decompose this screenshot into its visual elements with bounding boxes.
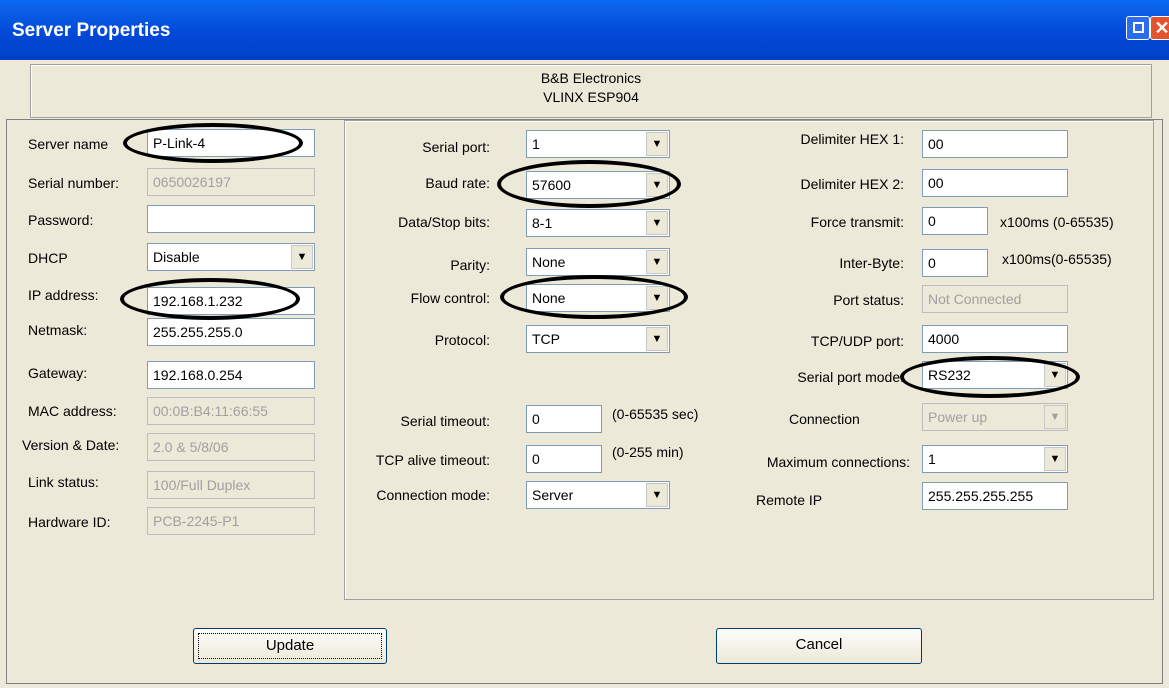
remote-ip-input[interactable]: 255.255.255.255 — [922, 482, 1068, 510]
link-status-label: Link status: — [28, 474, 99, 490]
ip-address-label: IP address: — [28, 287, 99, 303]
gateway-label: Gateway: — [28, 365, 88, 381]
tcp-alive-timeout-range: (0-255 min) — [612, 444, 684, 460]
parity-value: None — [532, 254, 566, 270]
baud-rate-label: Baud rate: — [425, 175, 490, 191]
max-connections-label: Maximum connections: — [766, 454, 910, 470]
delimiter-hex2-label: Delimiter HEX 2: — [800, 176, 904, 192]
tcp-udp-port-input[interactable]: 4000 — [922, 325, 1068, 353]
serial-port-mode-select[interactable]: RS232 ▼ — [922, 361, 1068, 389]
port-status-field: Not Connected — [922, 285, 1068, 313]
connection-value: Power up — [928, 409, 988, 425]
server-name-input[interactable]: P-Link-4 — [147, 129, 315, 157]
serial-port-label: Serial port: — [422, 139, 490, 155]
netmask-input[interactable]: 255.255.255.0 — [147, 318, 315, 346]
ip-address-input[interactable]: 192.168.1.232 — [147, 287, 315, 315]
dropdown-arrow-icon[interactable]: ▼ — [646, 132, 668, 156]
update-button[interactable]: Update — [193, 628, 387, 664]
tcp-udp-port-label: TCP/UDP port: — [810, 333, 904, 349]
dhcp-label: DHCP — [28, 250, 68, 266]
serial-timeout-input[interactable]: 0 — [526, 405, 602, 433]
password-input[interactable] — [147, 205, 315, 233]
connection-mode-label: Connection mode: — [376, 487, 490, 503]
protocol-label: Protocol: — [434, 332, 490, 348]
close-icon: ✕ — [1154, 18, 1169, 38]
connection-select: Power up ▼ — [922, 403, 1068, 431]
serial-port-mode-value: RS232 — [928, 367, 971, 383]
link-status-field: 100/Full Duplex — [147, 471, 315, 499]
netmask-label: Netmask: — [28, 322, 88, 338]
dropdown-arrow-icon[interactable]: ▼ — [291, 245, 313, 269]
baud-rate-select[interactable]: 57600 ▼ — [526, 171, 670, 199]
delimiter-hex1-label: Delimiter HEX 1: — [800, 131, 904, 147]
update-button-label: Update — [198, 633, 382, 659]
serial-number-label: Serial number: — [28, 175, 120, 191]
baud-rate-value: 57600 — [532, 177, 571, 193]
restore-icon — [1133, 22, 1144, 33]
data-stop-bits-value: 8-1 — [532, 215, 553, 231]
server-name-label: Server name — [28, 136, 109, 152]
gateway-input[interactable]: 192.168.0.254 — [147, 361, 315, 389]
max-connections-value: 1 — [928, 451, 936, 467]
dropdown-arrow-icon[interactable]: ▼ — [646, 211, 668, 235]
hardware-id-label: Hardware ID: — [28, 514, 111, 530]
force-transmit-label: Force transmit: — [810, 214, 904, 230]
serial-port-value: 1 — [532, 136, 540, 152]
restore-button[interactable] — [1126, 16, 1150, 40]
dropdown-arrow-icon[interactable]: ▼ — [646, 173, 668, 197]
serial-timeout-range: (0-65535 sec) — [612, 406, 699, 422]
serial-timeout-label: Serial timeout: — [400, 413, 490, 429]
dhcp-select[interactable]: Disable ▼ — [147, 243, 315, 271]
flow-control-select[interactable]: None ▼ — [526, 284, 670, 312]
dhcp-value: Disable — [153, 249, 200, 265]
tcp-alive-timeout-input[interactable]: 0 — [526, 445, 602, 473]
mac-address-field: 00:0B:B4:11:66:55 — [147, 397, 315, 425]
parity-label: Parity: — [450, 257, 490, 273]
inter-byte-range: x100ms(0-65535) — [1002, 251, 1112, 267]
inter-byte-label: Inter-Byte: — [839, 255, 904, 271]
inter-byte-input[interactable]: 0 — [922, 249, 988, 277]
connection-mode-select[interactable]: Server ▼ — [526, 481, 670, 509]
max-connections-select[interactable]: 1 ▼ — [922, 445, 1068, 473]
dropdown-arrow-icon[interactable]: ▼ — [1044, 363, 1066, 387]
device-model: VLINX ESP904 — [543, 89, 639, 105]
serial-port-select[interactable]: 1 ▼ — [526, 130, 670, 158]
dropdown-arrow-icon[interactable]: ▼ — [646, 286, 668, 310]
server-properties-window: Server Properties ✕ B&B Electronics VLIN… — [0, 0, 1169, 688]
version-date-label: Version & Date: — [22, 437, 120, 453]
data-stop-bits-label: Data/Stop bits: — [398, 214, 490, 230]
serial-number-field: 0650026197 — [147, 168, 315, 196]
mac-address-label: MAC address: — [28, 403, 117, 419]
flow-control-value: None — [532, 290, 566, 306]
version-date-field: 2.0 & 5/8/06 — [147, 433, 315, 461]
protocol-select[interactable]: TCP ▼ — [526, 325, 670, 353]
protocol-value: TCP — [532, 331, 560, 347]
remote-ip-label: Remote IP — [756, 492, 823, 508]
cancel-button[interactable]: Cancel — [716, 628, 922, 664]
flow-control-label: Flow control: — [410, 290, 490, 306]
dropdown-arrow-icon[interactable]: ▼ — [646, 327, 668, 351]
tcp-alive-timeout-label: TCP alive timeout: — [375, 452, 490, 468]
delimiter-hex2-input[interactable]: 00 — [922, 169, 1068, 197]
window-title: Server Properties — [12, 20, 171, 41]
password-label: Password: — [28, 212, 94, 228]
hardware-id-field: PCB-2245-P1 — [147, 507, 315, 535]
close-button[interactable]: ✕ — [1150, 16, 1169, 40]
dropdown-arrow-icon[interactable]: ▼ — [646, 250, 668, 274]
device-vendor: B&B Electronics — [540, 70, 642, 86]
force-transmit-input[interactable]: 0 — [922, 207, 988, 235]
data-stop-bits-select[interactable]: 8-1 ▼ — [526, 209, 670, 237]
parity-select[interactable]: None ▼ — [526, 248, 670, 276]
dropdown-arrow-icon[interactable]: ▼ — [646, 483, 668, 507]
device-header: B&B Electronics VLINX ESP904 — [30, 64, 1152, 118]
serial-port-mode-label: Serial port mode: — [797, 369, 904, 385]
connection-mode-value: Server — [532, 487, 574, 503]
dropdown-arrow-icon[interactable]: ▼ — [1044, 447, 1066, 471]
title-bar[interactable]: Server Properties ✕ — [0, 0, 1169, 60]
dropdown-arrow-icon: ▼ — [1044, 405, 1066, 429]
delimiter-hex1-input[interactable]: 00 — [922, 130, 1068, 158]
connection-label: Connection — [789, 411, 860, 427]
port-status-label: Port status: — [833, 292, 904, 308]
force-transmit-range: x100ms (0-65535) — [1000, 214, 1114, 230]
